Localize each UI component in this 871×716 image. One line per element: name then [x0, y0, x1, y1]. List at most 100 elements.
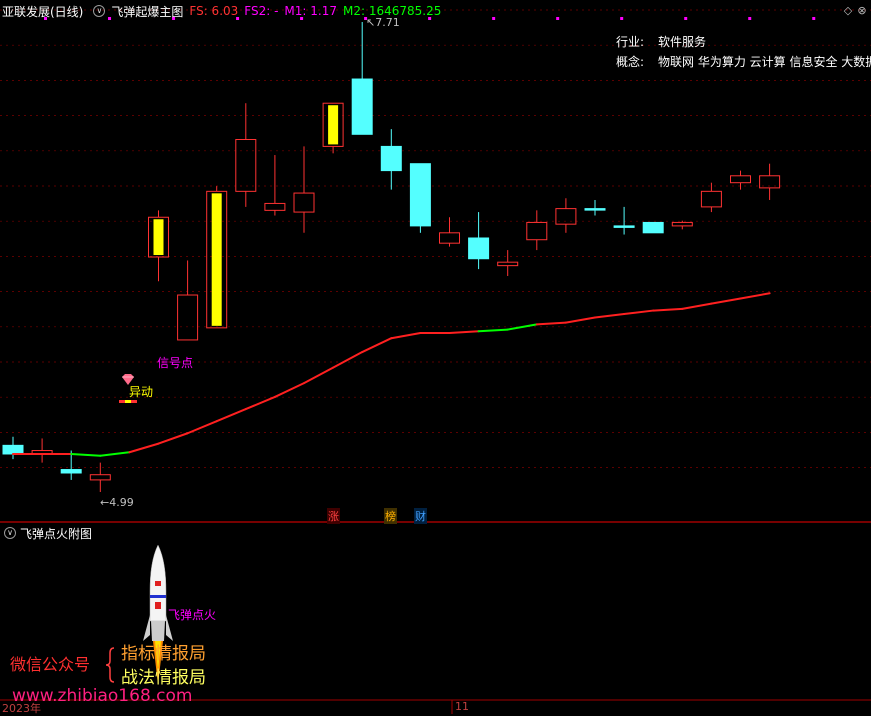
candle-body	[351, 78, 373, 135]
ma-segment	[273, 382, 305, 398]
candlestick	[671, 220, 693, 230]
candle-body	[89, 474, 111, 481]
candle-body	[409, 163, 431, 227]
ma-segment	[535, 321, 567, 326]
concept-value: 物联网 华为算力 云计算 信息安全 大数据	[658, 55, 871, 69]
industry-label: 行业:	[616, 35, 645, 49]
candlestick	[468, 212, 490, 270]
candlestick	[555, 198, 577, 233]
fs-value: FS: 6.03	[189, 4, 239, 18]
candlestick	[264, 155, 286, 216]
candle-body	[730, 175, 751, 184]
signal-label: 信号点	[157, 356, 194, 370]
industry-value: 软件服务	[658, 35, 707, 49]
candlestick	[613, 206, 635, 235]
ma-segment	[361, 337, 393, 354]
ma-segment	[477, 328, 509, 333]
candlestick	[380, 129, 402, 190]
indicator-menu-icon[interactable]: ∨	[93, 5, 106, 17]
ma-segment	[390, 332, 422, 340]
stock-chart-window: 亚联发展(日线) ∨ 飞弹起爆主图 FS: 6.03 FS2: - M1: 1.…	[0, 0, 871, 715]
signal-fill	[328, 105, 339, 145]
subchart-menu-icon[interactable]: ∨	[4, 527, 16, 539]
ma-segment	[303, 366, 335, 385]
ma-segment	[506, 323, 538, 331]
ma-segment	[710, 297, 742, 305]
month-label: 11	[455, 700, 469, 713]
candle-body	[293, 192, 315, 213]
signal-fill	[211, 193, 222, 326]
ma-segment	[623, 309, 655, 316]
candle-body	[177, 294, 199, 341]
collapse-icon[interactable]: ◇	[842, 5, 854, 17]
candlestick	[642, 221, 664, 234]
candle-body	[468, 237, 490, 260]
top-marker	[620, 17, 624, 20]
candle-body	[584, 208, 606, 211]
stock-name[interactable]: 亚联发展(日线)	[2, 3, 83, 20]
tag-bang[interactable]: 榜	[384, 508, 397, 524]
candlestick	[526, 210, 548, 251]
tag-zhang[interactable]: 涨	[327, 508, 340, 524]
top-marker	[812, 17, 816, 20]
sub-chart-header: ∨ 飞弹点火附图	[0, 524, 92, 542]
ma-segment	[99, 451, 131, 457]
low-price-label: ←4.99	[100, 496, 134, 509]
indicator-name[interactable]: 飞弹起爆主图	[111, 3, 183, 20]
candlestick	[351, 22, 373, 135]
candle-body	[2, 444, 24, 455]
ma-segment	[739, 292, 771, 300]
promo-line1: 指标情报局	[121, 644, 206, 664]
chart-canvas[interactable]	[0, 0, 871, 714]
candle-body	[642, 221, 664, 234]
candle-body	[264, 202, 286, 211]
ma-segment	[157, 432, 189, 445]
candlestick	[206, 186, 228, 329]
candle-body	[555, 208, 577, 225]
candlestick	[235, 103, 257, 207]
concept-label: 概念:	[616, 55, 645, 69]
top-marker	[492, 17, 496, 20]
candlestick	[177, 260, 199, 341]
ma-segment	[128, 442, 160, 454]
industry-row: 行业: 软件服务	[616, 33, 706, 50]
candlestick	[322, 102, 344, 154]
m1-value: M1: 1.17	[284, 4, 337, 18]
brace-icon	[105, 647, 115, 683]
candle-body	[613, 225, 635, 228]
candlestick	[439, 217, 460, 247]
signal-fill	[153, 219, 164, 255]
candlestick	[584, 199, 606, 216]
candlestick	[409, 163, 431, 233]
candlestick	[730, 170, 751, 190]
candlestick	[497, 250, 519, 277]
anomaly-label: 异动	[129, 385, 154, 399]
close-icon[interactable]: ⊗	[856, 5, 868, 17]
candlestick	[89, 462, 111, 492]
candle-body	[526, 221, 548, 241]
candle-body	[439, 232, 460, 244]
candle-body	[235, 139, 257, 192]
fs2-value: FS2: -	[244, 4, 279, 18]
tag-cai[interactable]: 财	[414, 508, 427, 524]
ignite-label: 飞弹点火	[168, 608, 217, 622]
candle-body	[700, 190, 722, 208]
candle-body	[497, 261, 519, 267]
ma-segment	[244, 395, 276, 411]
candlestick	[700, 182, 722, 213]
high-price-label: ↖7.71	[366, 16, 400, 29]
top-marker	[748, 17, 752, 20]
ma-segment	[448, 330, 480, 335]
subchart-title[interactable]: 飞弹点火附图	[20, 525, 92, 542]
top-marker	[556, 17, 560, 20]
candlestick	[31, 438, 53, 463]
ma-segment	[215, 408, 247, 423]
candlestick	[293, 146, 315, 233]
ma-segment	[652, 307, 684, 312]
candle-body	[60, 469, 82, 474]
ma-segment	[564, 316, 596, 324]
promo-line2: 战法情报局	[121, 668, 206, 688]
ma-segment	[332, 351, 364, 369]
candlesticks	[2, 22, 781, 492]
top-marker	[684, 17, 688, 20]
